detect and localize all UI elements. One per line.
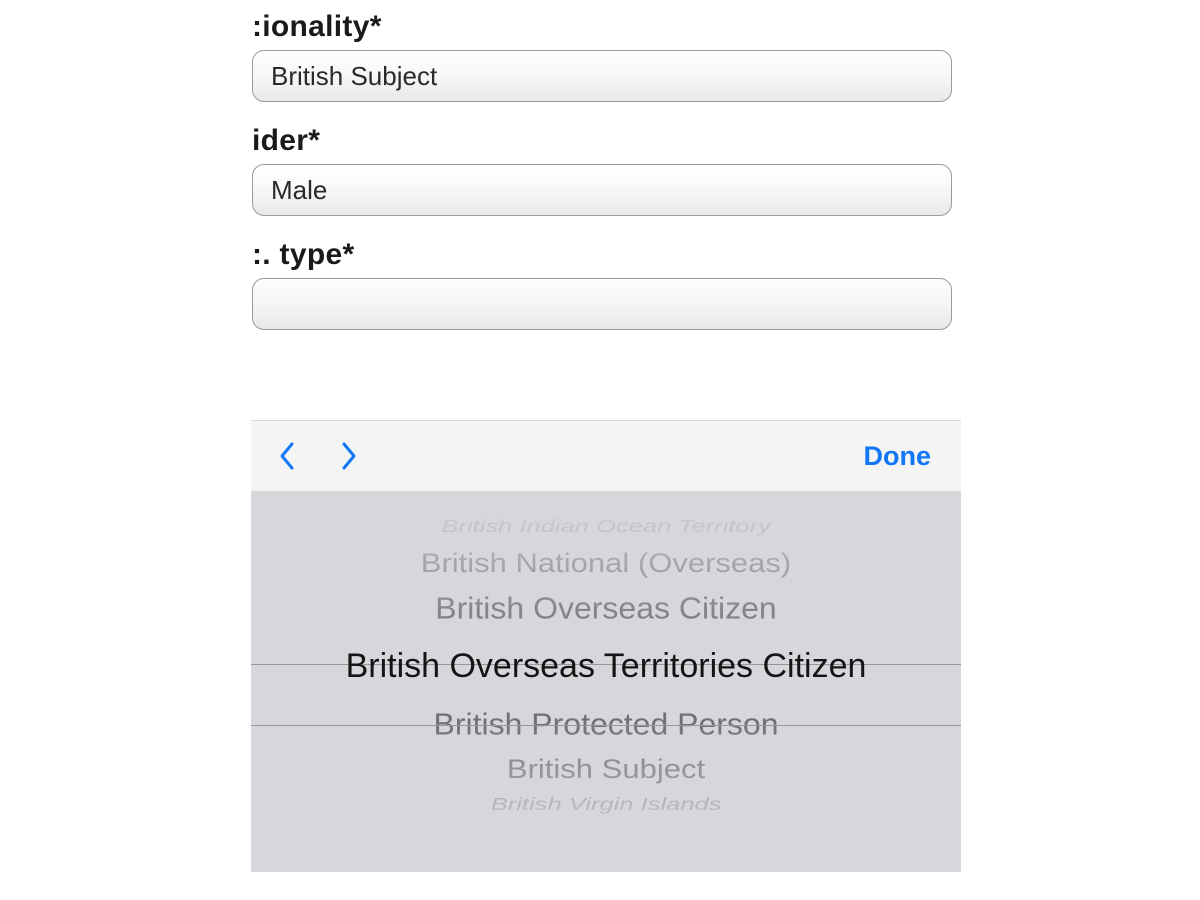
picker-option-selected[interactable]: British Overseas Territories Citizen	[346, 632, 867, 700]
gender-select[interactable]: Male	[252, 164, 952, 216]
nationality-value: British Subject	[271, 61, 437, 92]
picker-option[interactable]: British Subject	[507, 751, 705, 788]
picker-next-button[interactable]	[335, 437, 363, 475]
gender-label: ider*	[252, 124, 952, 158]
picker-wheel[interactable]: British Indian Ocean Territory British N…	[251, 492, 961, 872]
picker-option[interactable]: British Virgin Islands	[491, 796, 722, 815]
doc-type-label: :. type*	[252, 238, 952, 272]
doc-type-select[interactable]	[252, 278, 952, 330]
picker-items: British Indian Ocean Territory British N…	[251, 512, 961, 820]
picker-option[interactable]: British Indian Ocean Territory	[441, 518, 771, 537]
picker-done-button[interactable]: Done	[864, 441, 932, 472]
chevron-left-icon	[278, 441, 296, 471]
picker-option[interactable]: British National (Overseas)	[421, 545, 791, 582]
picker-prev-button[interactable]	[273, 437, 301, 475]
gender-value: Male	[271, 175, 327, 206]
picker-option[interactable]: British Overseas Citizen	[435, 585, 776, 631]
nationality-select[interactable]: British Subject	[252, 50, 952, 102]
picker-nav	[273, 437, 363, 475]
picker-toolbar: Done	[251, 420, 961, 492]
chevron-right-icon	[340, 441, 358, 471]
picker-panel: Done British Indian Ocean Territory Brit…	[251, 420, 961, 872]
nationality-label: :ionality*	[252, 10, 952, 44]
